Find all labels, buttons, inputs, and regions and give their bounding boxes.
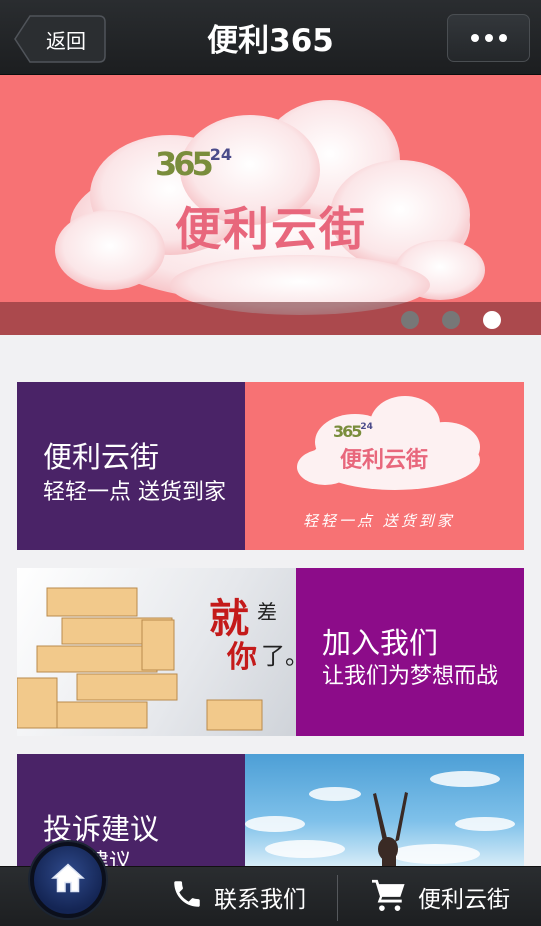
card-join-us[interactable]: 就 差 你 了。 加入我们 让我们为梦想而战 bbox=[17, 568, 524, 736]
carousel-indicator bbox=[401, 311, 501, 329]
more-dots-icon bbox=[470, 34, 507, 42]
home-icon bbox=[50, 861, 86, 899]
banner-logo-number: 36524 bbox=[155, 145, 233, 183]
card-subtitle: 让我们为梦想而战 bbox=[322, 664, 499, 689]
back-button[interactable]: 返回 bbox=[14, 15, 106, 63]
card-convenience-street[interactable]: 便利云街 轻轻一点 送货到家 36524 便利云街 轻轻一点 送货到家 bbox=[17, 382, 524, 550]
banner-logo-text: 便利云街 bbox=[175, 202, 367, 256]
card-subtitle: 轻轻一点 送货到家 bbox=[43, 480, 226, 505]
card-image-panel: 36524 便利云街 轻轻一点 送货到家 bbox=[245, 382, 524, 550]
card-image-panel: 就 差 你 了。 bbox=[17, 568, 296, 736]
sky-image bbox=[245, 771, 515, 866]
card-text-panel: 加入我们 让我们为梦想而战 bbox=[296, 568, 524, 736]
carousel-dot-3[interactable] bbox=[483, 311, 501, 329]
slogan-char-3: 你 bbox=[227, 640, 257, 675]
card-slogan: 轻轻一点 送货到家 bbox=[303, 512, 455, 530]
home-button[interactable] bbox=[30, 842, 106, 918]
card-logo-number: 36524 bbox=[333, 422, 373, 441]
slogan-char-2: 差 bbox=[257, 600, 277, 624]
card-text-panel: 便利云街 轻轻一点 送货到家 bbox=[17, 382, 245, 550]
card-title: 便利云街 bbox=[43, 440, 160, 474]
contact-us-button[interactable]: 联系我们 bbox=[170, 867, 306, 926]
card-feedback[interactable]: 投诉建议 建议 bbox=[17, 754, 524, 866]
toolbar-divider bbox=[337, 875, 338, 921]
back-button-label: 返回 bbox=[46, 28, 86, 53]
phone-icon bbox=[170, 877, 204, 917]
cart-icon bbox=[370, 877, 408, 917]
card-image-panel bbox=[245, 754, 524, 866]
top-nav-bar: 返回 便利365 bbox=[0, 0, 541, 75]
shop-label: 便利云街 bbox=[418, 887, 510, 913]
banner-carousel[interactable]: 36524 便利云街 bbox=[0, 75, 541, 335]
carousel-dot-2[interactable] bbox=[442, 311, 460, 329]
shop-button[interactable]: 便利云街 bbox=[370, 867, 510, 926]
card-logo-text: 便利云街 bbox=[340, 447, 429, 473]
carousel-dot-1[interactable] bbox=[401, 311, 419, 329]
slogan-char-4: 了。 bbox=[261, 642, 296, 670]
more-button[interactable] bbox=[447, 14, 530, 62]
contact-us-label: 联系我们 bbox=[214, 887, 306, 913]
card-title: 加入我们 bbox=[322, 626, 439, 660]
